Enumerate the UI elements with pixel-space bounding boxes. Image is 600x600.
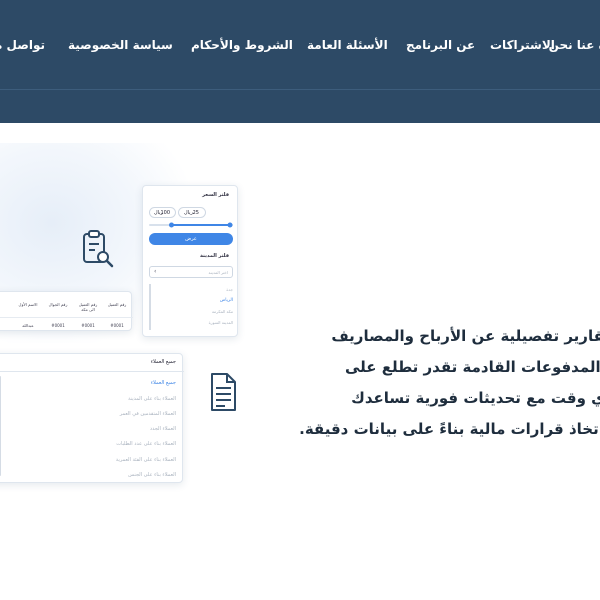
- nav-item-terms[interactable]: الشروط والأحكام: [191, 38, 293, 52]
- min-price-field[interactable]: ريال 25: [178, 207, 206, 218]
- price-range-slider[interactable]: [149, 222, 233, 228]
- clipboard-search-icon: [83, 230, 114, 268]
- table-header-client-number-makkah: رقم العميل الى مكة: [78, 302, 98, 312]
- price-filter-card: فلتر السعر ريال 100 ريال 25 عرض فلتر الم…: [142, 185, 238, 337]
- list-item[interactable]: العملاء المتقدمين في العمر: [120, 411, 176, 417]
- nav-item-subscriptions[interactable]: الاشتراكات: [490, 38, 555, 52]
- city-list-scrollbar[interactable]: [149, 284, 151, 330]
- list-item[interactable]: العملاء بناء على الفئة العمرية: [116, 457, 176, 463]
- document-list-icon: [211, 373, 236, 411]
- list-item[interactable]: العملاء بناء على الجنس: [128, 472, 176, 478]
- city-option-jeddah[interactable]: جدة: [226, 287, 233, 292]
- table-cell: #0001: [51, 323, 65, 328]
- chevron-left-icon: ‹: [154, 268, 157, 275]
- clients-list-scrollbar[interactable]: [0, 376, 1, 476]
- city-option-makkah[interactable]: مكة المكرمة: [212, 309, 233, 314]
- nav-item-privacy[interactable]: سياسة الخصوصية: [68, 38, 173, 52]
- description-line-3: أي وقت مع تحديثات فورية تساعدك: [351, 389, 600, 407]
- description-line-4: باتخاذ قرارات مالية بناءً على بيانات دقي…: [299, 420, 600, 438]
- table-header-first-name: الاسم الأول: [18, 302, 38, 307]
- table-cell: عبدالله: [22, 323, 34, 328]
- clients-table-card: رقم العميل رقم العميل الى مكة رقم الجوال…: [0, 291, 133, 331]
- min-price-currency: ريال: [184, 210, 193, 216]
- max-price-value: 100: [160, 210, 170, 216]
- header-divider: [0, 89, 600, 90]
- min-price-value: 25: [192, 210, 199, 216]
- city-filter-title: فلتر المدينة: [200, 253, 229, 259]
- list-item[interactable]: العملاء بناء على المدينة: [128, 396, 176, 402]
- nav-item-faq[interactable]: الأسئلة العامة: [307, 38, 388, 52]
- clients-list-divider: [0, 371, 184, 372]
- table-header-client-number: رقم العميل: [107, 302, 127, 307]
- table-header-divider: [0, 317, 133, 318]
- clients-list-header[interactable]: جميع العملاء: [151, 359, 176, 365]
- show-button[interactable]: عرض: [149, 233, 233, 245]
- site-header: نبذة عنا نحن الاشتراكات عن البرنامج الأس…: [0, 0, 600, 123]
- table-cell: #0001: [110, 323, 124, 328]
- table-cell: #0001: [81, 323, 95, 328]
- table-header-phone: رقم الجوال: [48, 302, 68, 307]
- slider-handle-max[interactable]: [227, 222, 233, 228]
- max-price-field[interactable]: ريال 100: [149, 207, 176, 218]
- clients-list-card: جميع العملاء جميع العملاء العملاء بناء ع…: [0, 353, 184, 483]
- list-item[interactable]: العملاء بناء على عدد الطلبات: [116, 441, 176, 447]
- slider-fill: [171, 224, 230, 226]
- city-option-riyadh[interactable]: الرياض: [220, 298, 233, 303]
- nav-item-contact[interactable]: تواصل معنا: [0, 38, 45, 52]
- city-select-placeholder: اختر المدينة: [208, 270, 228, 275]
- price-filter-title: فلتر السعر: [202, 192, 229, 198]
- city-select[interactable]: ‹ اختر المدينة: [149, 266, 233, 278]
- list-item[interactable]: العملاء الجدد: [150, 426, 176, 432]
- description-line-2: والمدفوعات القادمة تقدر تطلع على: [344, 358, 600, 376]
- nav-item-about-app[interactable]: عن البرنامج: [406, 38, 475, 52]
- hero-section: فلتر السعر ريال 100 ريال 25 عرض فلتر الم…: [0, 123, 600, 600]
- city-option-madinah[interactable]: المدينة المنورة: [209, 320, 233, 325]
- list-item[interactable]: جميع العملاء: [151, 380, 176, 386]
- description-line-1: تقارير تفصيلية عن الأرباح والمصاريف: [331, 327, 600, 345]
- slider-handle-min[interactable]: [169, 222, 174, 228]
- nav-item-about-us[interactable]: نبذة عنا نحن: [549, 38, 600, 52]
